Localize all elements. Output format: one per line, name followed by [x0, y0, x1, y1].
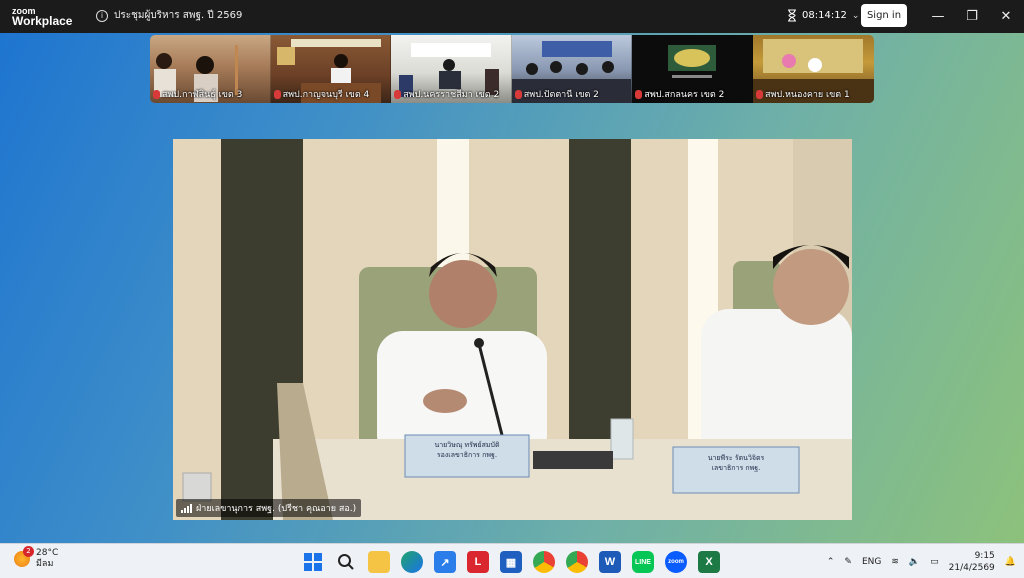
wifi-icon[interactable]: ≋: [891, 557, 899, 567]
thumbnail-label: สพป.กาญจนบุรี เขต 4: [273, 87, 369, 101]
excel-icon[interactable]: X: [698, 551, 720, 573]
battery-icon[interactable]: ▭: [930, 557, 939, 567]
participant-thumbnail[interactable]: สพป.หนองคาย เขต 1: [752, 35, 874, 103]
mic-muted-icon: [153, 89, 160, 99]
chevron-down-icon[interactable]: ⌄: [852, 11, 860, 21]
nameplate-right: นายพีระ รัตนวิจิตร เลขาธิการ กพฐ.: [707, 454, 765, 472]
thumbnail-label: สพป.กาฬสินธุ์ เขต 3: [153, 87, 242, 101]
info-icon[interactable]: i: [96, 9, 108, 22]
minimize-button[interactable]: —: [928, 6, 948, 26]
logo-line2: Workplace: [12, 14, 73, 28]
chevron-up-icon[interactable]: ⌃: [827, 557, 835, 567]
maximize-button[interactable]: ❐: [962, 6, 982, 26]
mic-muted-icon: [755, 89, 763, 99]
zoom-icon[interactable]: zoom: [665, 551, 687, 573]
participant-thumbnail[interactable]: สพป.กาฬสินธุ์ เขต 3: [150, 35, 271, 103]
clock-time: 9:15: [974, 550, 995, 561]
windows-start-icon[interactable]: [302, 551, 324, 573]
meeting-title: ประชุมผู้บริหาร สพฐ. ปี 2569: [114, 10, 243, 21]
file-explorer-icon[interactable]: [368, 551, 390, 573]
weather-sun-icon: 2: [14, 546, 34, 567]
thumbnail-label: สพป.ปัตตานี เขต 2: [514, 87, 599, 101]
chrome-icon[interactable]: [533, 551, 555, 573]
chrome-profile-icon[interactable]: [566, 551, 588, 573]
language-indicator[interactable]: ENG: [862, 557, 881, 567]
notifications-icon[interactable]: 🔔: [1005, 557, 1016, 567]
signal-strength-icon: [181, 503, 192, 513]
app-l-icon[interactable]: L: [467, 551, 489, 573]
mic-muted-icon: [635, 89, 643, 99]
search-icon[interactable]: [335, 551, 357, 573]
store-icon[interactable]: ▦: [500, 551, 522, 573]
clock-date: 21/4/2569: [948, 562, 995, 573]
pen-icon[interactable]: ✎: [844, 557, 852, 567]
weather-desc: มีลม: [36, 559, 54, 569]
active-speaker-label: ฝ่ายเลขานุการ สพฐ. (ปรีชา คุณอาย สอ.): [176, 499, 362, 517]
mic-muted-icon: [273, 89, 281, 99]
zoom-workplace-logo: zoom Workplace: [12, 6, 73, 28]
timer-text: 08:14:12: [802, 10, 847, 21]
participant-thumbnail[interactable]: สพป.นครราชสีมา เขต 2: [391, 35, 512, 103]
participant-thumbnail[interactable]: สพป.สกลนคร เขต 2: [632, 35, 753, 103]
notification-badge: 2: [23, 546, 34, 557]
taskbar-apps: ↗ L ▦ W LINE zoom X: [302, 548, 720, 576]
system-tray: ⌃ ✎ ENG ≋ 🔈 ▭ 9:15 21/4/2569 🔔: [827, 544, 1016, 578]
weather-temp: 28°C: [36, 548, 59, 558]
volume-icon[interactable]: 🔈: [909, 557, 920, 567]
line-icon[interactable]: LINE: [632, 551, 654, 573]
participant-thumbnail[interactable]: สพป.ปัตตานี เขต 2: [511, 35, 633, 103]
thumbnail-label: สพป.สกลนคร เขต 2: [635, 87, 724, 101]
participant-thumbnail-strip: สพป.กาฬสินธุ์ เขต 3 สพป.กาญจนบุรี เขต 4 …: [150, 35, 874, 103]
main-video-feed[interactable]: นายวิษณุ ทรัพย์สมบัติ รองเลขาธิการ กพฐ. …: [173, 139, 852, 520]
edge-icon[interactable]: [401, 551, 423, 573]
title-bar: zoom Workplace i ประชุมผู้บริหาร สพฐ. ปี…: [0, 0, 1024, 33]
participant-thumbnail[interactable]: สพป.กาญจนบุรี เขต 4: [270, 35, 392, 103]
hourglass-icon: [788, 9, 796, 22]
mic-muted-icon: [394, 89, 402, 99]
close-button[interactable]: ✕: [996, 6, 1016, 26]
weather-widget[interactable]: 2 28°C มีลม: [14, 546, 59, 570]
word-icon[interactable]: W: [599, 551, 621, 573]
nameplate-left: นายวิษณุ ทรัพย์สมบัติ รองเลขาธิการ กพฐ.: [434, 441, 500, 459]
thumbnail-label: สพป.นครราชสีมา เขต 2: [394, 87, 499, 101]
meeting-info[interactable]: i ประชุมผู้บริหาร สพฐ. ปี 2569: [96, 8, 242, 23]
app-arrow-icon[interactable]: ↗: [434, 551, 456, 573]
meeting-timer[interactable]: 08:14:12 ⌄: [787, 9, 859, 22]
mic-muted-icon: [514, 89, 522, 99]
thumbnail-label: สพป.หนองคาย เขต 1: [755, 87, 850, 101]
sign-in-button[interactable]: Sign in: [861, 4, 907, 27]
clock[interactable]: 9:15 21/4/2569: [949, 550, 995, 574]
windows-taskbar: 2 28°C มีลม ↗ L ▦ W LINE zoom X ⌃ ✎ ENG …: [0, 543, 1024, 578]
